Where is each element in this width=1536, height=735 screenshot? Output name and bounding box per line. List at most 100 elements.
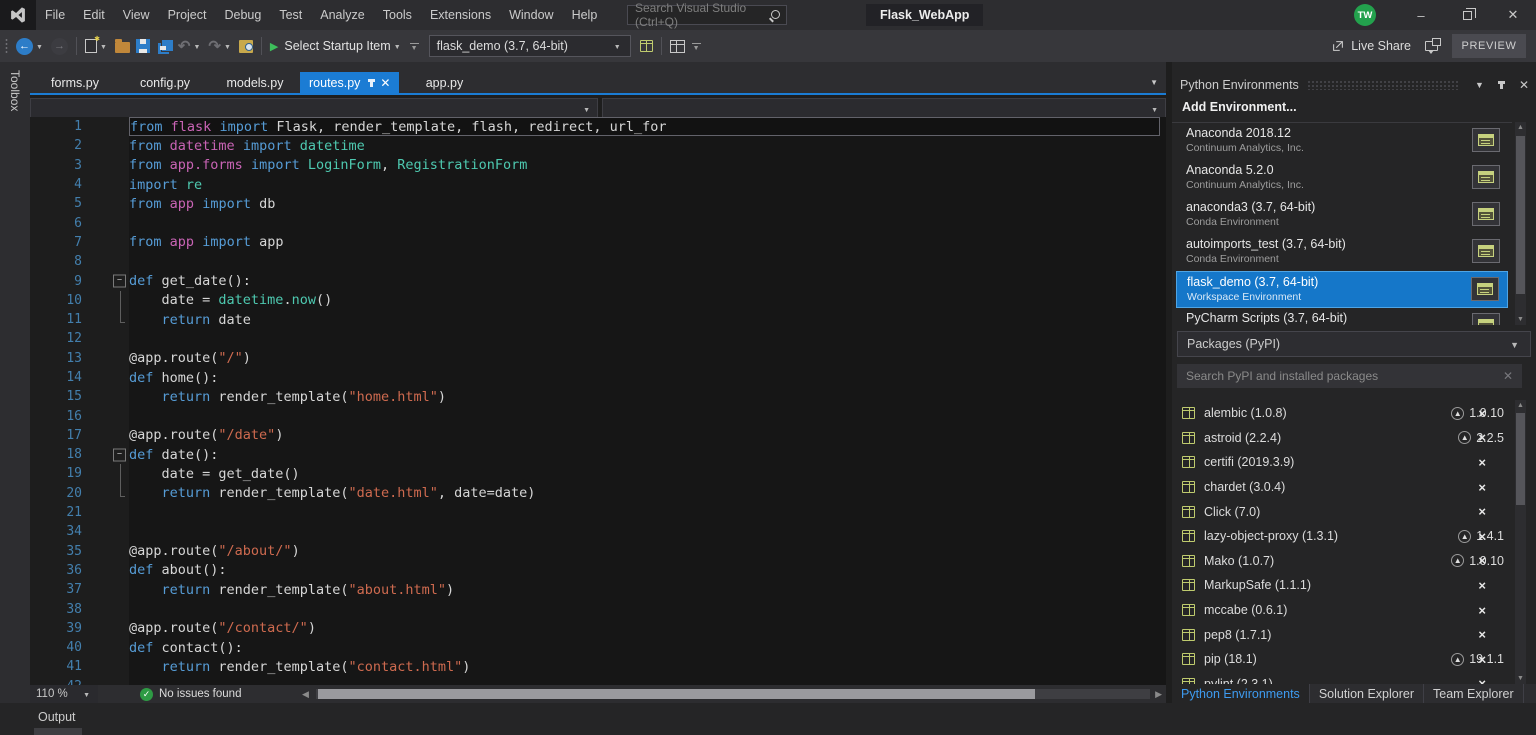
uninstall-package-icon[interactable]: × bbox=[1478, 455, 1486, 470]
code-line[interactable]: 41 return render_template("contact.html"… bbox=[30, 657, 1166, 676]
close-button[interactable]: ✕ bbox=[1490, 0, 1536, 30]
code-line[interactable]: 35@app.route("/about/") bbox=[30, 542, 1166, 561]
menu-item-project[interactable]: Project bbox=[159, 0, 216, 30]
code-line[interactable]: 10 date = datetime.now() bbox=[30, 291, 1166, 310]
live-share-button[interactable]: Live Share bbox=[1331, 39, 1411, 53]
menu-item-help[interactable]: Help bbox=[563, 0, 607, 30]
code-line[interactable]: 15 return render_template("home.html") bbox=[30, 387, 1166, 406]
scrollbar-thumb[interactable] bbox=[1516, 136, 1525, 294]
package-row[interactable]: MarkupSafe (1.1.1)× bbox=[1172, 573, 1512, 598]
open-interactive-window-button[interactable] bbox=[1472, 313, 1500, 325]
code-line[interactable]: 17@app.route("/date") bbox=[30, 426, 1166, 445]
code-line[interactable]: 11 return date bbox=[30, 310, 1166, 329]
redo-button[interactable]: ↷▼ bbox=[208, 37, 233, 55]
environment-row[interactable]: Anaconda 5.2.0Continuum Analytics, Inc. bbox=[1176, 160, 1508, 197]
code-line[interactable]: 13@app.route("/") bbox=[30, 349, 1166, 368]
code-line[interactable]: 18def date(): bbox=[30, 445, 1166, 464]
add-environment-link[interactable]: Add Environment... bbox=[1182, 100, 1297, 114]
toolbar-overflow-icon[interactable]: ▼ bbox=[691, 45, 702, 52]
restore-button[interactable] bbox=[1444, 0, 1490, 30]
feedback-icon[interactable] bbox=[1425, 41, 1438, 51]
menu-item-extensions[interactable]: Extensions bbox=[421, 0, 500, 30]
code-line[interactable]: 1from flask import Flask, render_templat… bbox=[30, 117, 1166, 136]
scroll-right-arrow[interactable]: ▶ bbox=[1155, 689, 1162, 700]
preview-button[interactable]: PREVIEW bbox=[1452, 34, 1526, 58]
code-line[interactable]: 5from app import db bbox=[30, 194, 1166, 213]
environment-row[interactable]: anaconda3 (3.7, 64-bit)Conda Environment bbox=[1176, 197, 1508, 234]
package-row[interactable]: pylint (2.3.1)× bbox=[1172, 672, 1512, 684]
close-tab-icon[interactable]: ✕ bbox=[380, 76, 390, 90]
window-layout-button[interactable] bbox=[670, 40, 685, 53]
save-button[interactable] bbox=[136, 39, 150, 53]
editor-tab-models-py[interactable]: models.py bbox=[210, 72, 300, 93]
open-interactive-window-button[interactable] bbox=[1472, 239, 1500, 263]
editor-tab-config-py[interactable]: config.py bbox=[120, 72, 210, 93]
environment-row[interactable]: PyCharm Scripts (3.7, 64-bit) bbox=[1176, 308, 1508, 325]
code-line[interactable]: 9def get_date(): bbox=[30, 271, 1166, 290]
scrollbar-thumb[interactable] bbox=[1516, 413, 1525, 505]
package-scrollbar[interactable]: ▲ ▼ bbox=[1515, 400, 1526, 684]
scroll-down-icon[interactable]: ▼ bbox=[1515, 675, 1526, 682]
environment-row[interactable]: autoimports_test (3.7, 64-bit)Conda Envi… bbox=[1176, 234, 1508, 271]
code-line[interactable]: 20 return render_template("date.html", d… bbox=[30, 484, 1166, 503]
packages-source-combo[interactable]: Packages (PyPI)▼ bbox=[1177, 331, 1531, 357]
quick-search-box[interactable]: Search Visual Studio (Ctrl+Q) bbox=[627, 5, 787, 25]
scroll-up-icon[interactable]: ▲ bbox=[1515, 124, 1526, 131]
code-line[interactable]: 14def home(): bbox=[30, 368, 1166, 387]
environment-row[interactable]: flask_demo (3.7, 64-bit)Workspace Enviro… bbox=[1176, 271, 1508, 308]
zoom-combo[interactable]: 110 %▼ bbox=[30, 685, 98, 703]
scrollbar-thumb[interactable] bbox=[318, 689, 1035, 699]
minimize-button[interactable]: – bbox=[1398, 0, 1444, 30]
menu-item-file[interactable]: File bbox=[36, 0, 74, 30]
editor-tab-forms-py[interactable]: forms.py bbox=[30, 72, 120, 93]
code-line[interactable]: 4import re bbox=[30, 175, 1166, 194]
panel-tab-solution-explorer[interactable]: Solution Explorer bbox=[1310, 684, 1424, 703]
start-debug-button[interactable]: ▶Select Startup Item▼ bbox=[270, 39, 403, 53]
chevron-down-icon[interactable]: ▼ bbox=[36, 44, 43, 51]
uninstall-package-icon[interactable]: × bbox=[1478, 652, 1486, 667]
package-row[interactable]: pep8 (1.7.1)× bbox=[1172, 622, 1512, 647]
package-row[interactable]: pip (18.1)▲19.1.1× bbox=[1172, 647, 1512, 672]
uninstall-package-icon[interactable]: × bbox=[1478, 553, 1486, 568]
editor-tab-routes-py[interactable]: routes.py✕ bbox=[300, 72, 399, 93]
code-line[interactable]: 16 bbox=[30, 406, 1166, 425]
save-all-button[interactable] bbox=[156, 39, 172, 54]
scroll-left-arrow[interactable]: ◀ bbox=[302, 689, 309, 700]
member-dropdown[interactable]: ▼ bbox=[602, 98, 1166, 118]
package-row[interactable]: chardet (3.0.4)× bbox=[1172, 475, 1512, 500]
user-avatar[interactable]: TW bbox=[1354, 4, 1376, 26]
toolbar-grip[interactable] bbox=[4, 38, 9, 54]
pin-icon[interactable] bbox=[1500, 81, 1503, 89]
code-line[interactable]: 3from app.forms import LoginForm, Regist… bbox=[30, 156, 1166, 175]
panel-options-chevron-icon[interactable]: ▼ bbox=[1475, 80, 1484, 90]
package-row[interactable]: mccabe (0.6.1)× bbox=[1172, 598, 1512, 623]
code-line[interactable]: 36def about(): bbox=[30, 561, 1166, 580]
toolbar-overflow-icon[interactable]: ▼ bbox=[409, 45, 420, 52]
editor-tab-app-py[interactable]: app.py bbox=[399, 72, 489, 93]
open-interactive-window-button[interactable] bbox=[1472, 202, 1500, 226]
scroll-up-icon[interactable]: ▲ bbox=[1515, 402, 1526, 409]
chevron-down-icon[interactable]: ▼ bbox=[394, 44, 401, 51]
undo-button[interactable]: ↶▼ bbox=[178, 37, 203, 55]
uninstall-package-icon[interactable]: × bbox=[1478, 627, 1486, 642]
uninstall-package-icon[interactable]: × bbox=[1478, 603, 1486, 618]
open-interactive-window-button[interactable] bbox=[1471, 277, 1499, 301]
menu-item-edit[interactable]: Edit bbox=[74, 0, 114, 30]
uninstall-package-icon[interactable]: × bbox=[1478, 504, 1486, 519]
navigate-forward-button[interactable]: → bbox=[51, 38, 68, 55]
package-row[interactable]: astroid (2.2.4)▲2.2.5× bbox=[1172, 426, 1512, 451]
toolbox-tab[interactable]: Toolbox bbox=[0, 62, 30, 703]
panel-tab-python-environments[interactable]: Python Environments bbox=[1172, 684, 1310, 703]
uninstall-package-icon[interactable]: × bbox=[1478, 430, 1486, 445]
environment-scrollbar[interactable]: ▲ ▼ bbox=[1515, 122, 1526, 325]
search-icon[interactable] bbox=[769, 9, 779, 21]
code-line[interactable]: 7from app import app bbox=[30, 233, 1166, 252]
package-row[interactable]: Mako (1.0.7)▲1.0.10× bbox=[1172, 549, 1512, 574]
pin-icon[interactable] bbox=[370, 79, 373, 87]
chevron-down-icon[interactable]: ▼ bbox=[100, 44, 107, 51]
document-list-dropdown-icon[interactable]: ▼ bbox=[1150, 78, 1158, 87]
code-line[interactable]: 42 bbox=[30, 677, 1166, 685]
open-interactive-window-button[interactable] bbox=[1472, 128, 1500, 152]
environment-combo[interactable]: flask_demo (3.7, 64-bit)▼ bbox=[429, 35, 631, 57]
output-dropdown-stub[interactable] bbox=[34, 728, 82, 735]
